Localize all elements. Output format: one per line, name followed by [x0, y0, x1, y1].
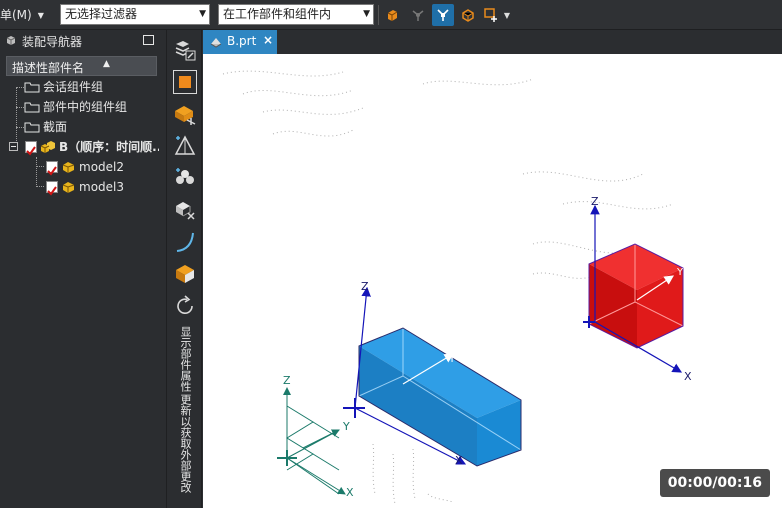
selection-scope-combo[interactable]: 在工作部件和组件内 ▼ — [218, 4, 374, 25]
edit-part-icon[interactable] — [173, 38, 197, 62]
tree-item-label: B（顺序：时间顺... — [59, 140, 159, 154]
axis-label-z: Z — [361, 280, 369, 293]
axis-label-x: X — [346, 486, 354, 499]
menu-button[interactable]: 单(M) ▼ — [0, 6, 44, 24]
tree-connector — [36, 166, 44, 167]
part-box-icon[interactable] — [173, 262, 197, 286]
axis-label-y: Y — [448, 354, 456, 365]
axis-label-x: X — [684, 370, 692, 383]
snap-icon[interactable] — [407, 4, 429, 26]
tree-item-label: 部件中的组件组 — [43, 100, 128, 114]
dropdown-arrow-icon[interactable]: ▼ — [500, 4, 514, 26]
tree-item-label: 截面 — [43, 120, 68, 134]
select-faces-icon[interactable] — [432, 4, 454, 26]
axis-label-x: X — [455, 454, 463, 467]
folder-icon — [24, 122, 40, 133]
chevron-down-icon: ▼ — [199, 9, 206, 19]
scene-canvas: Z X Y Z X Y Z Y X — [222, 70, 692, 505]
tree-item-label: model2 — [79, 160, 124, 174]
wireframe-csys — [277, 387, 346, 495]
refresh-icon[interactable] — [173, 294, 197, 318]
column-header-label: 描述性部件名 — [12, 61, 85, 75]
selection-filter-combo[interactable]: 无选择过滤器 ▼ — [60, 4, 210, 25]
orange-square-icon[interactable] — [173, 70, 197, 94]
reuse-library-icon[interactable] — [173, 166, 197, 190]
selection-scope-value: 在工作部件和组件内 — [223, 7, 332, 21]
navigator-title: 装配导航器 — [22, 35, 83, 49]
axis-label-z: Z — [283, 374, 291, 387]
remove-component-icon[interactable] — [173, 198, 197, 222]
tree-connector — [16, 107, 24, 108]
axis-label-y: Y — [676, 267, 684, 278]
blue-block[interactable] — [358, 327, 522, 467]
collapse-icon[interactable] — [9, 142, 18, 151]
menu-label: 单(M) — [0, 8, 32, 22]
tab-b-prt[interactable]: B.prt × — [203, 30, 277, 54]
assembly-constraints-icon[interactable] — [173, 102, 197, 126]
tree-connector — [36, 186, 44, 187]
axis-label-y: Y — [342, 420, 350, 433]
red-cube[interactable] — [588, 243, 684, 349]
toolbar-divider — [378, 5, 379, 25]
assembly-icon — [40, 141, 55, 153]
point-add-icon[interactable] — [480, 4, 502, 26]
checkbox-model2[interactable] — [46, 161, 58, 176]
tree-connector — [16, 127, 24, 128]
folder-icon — [24, 82, 40, 93]
tree-connector — [16, 87, 24, 88]
assembly-icon[interactable] — [381, 4, 403, 26]
tree-connector — [36, 157, 37, 187]
menu-caret-icon: ▼ — [37, 10, 44, 20]
folder-icon — [24, 102, 40, 113]
graphics-viewport[interactable]: Z X Y Z X Y Z Y X 00:00/00:16 — [203, 54, 782, 508]
navigator-header: 装配导航器 — [0, 30, 161, 52]
assembly-navigator-panel: 装配导航器 描述性部件名 ▲ 会话组件组 部件中的组件组 截面 B（顺序：时间顺… — [0, 30, 161, 508]
curve-icon[interactable] — [173, 230, 197, 254]
chevron-down-icon: ▼ — [363, 9, 370, 19]
document-tab-bar: B.prt × — [203, 30, 782, 54]
close-icon[interactable]: × — [263, 33, 273, 47]
tree-item-label: 会话组件组 — [43, 80, 104, 94]
resource-bar: 显示部件属性 更新以获取外部更改 — [166, 30, 202, 508]
update-external-changes-label[interactable]: 更新以获取外部更改 — [177, 394, 193, 493]
checkbox-assembly-b[interactable] — [25, 141, 37, 156]
part-icon — [62, 162, 75, 173]
show-part-properties-label[interactable]: 显示部件属性 — [177, 326, 193, 392]
playback-timer: 00:00/00:16 — [659, 469, 770, 497]
navigator-assembly-icon — [6, 36, 16, 45]
tab-label: B.prt — [227, 34, 257, 48]
selection-filter-value: 无选择过滤器 — [65, 7, 138, 21]
checkbox-model3[interactable] — [46, 181, 58, 196]
tree-item-assembly-b[interactable]: B（顺序：时间顺... — [9, 137, 161, 157]
top-toolbar: 单(M) ▼ 无选择过滤器 ▼ 在工作部件和组件内 ▼ ▼ — [0, 0, 782, 30]
column-header-descriptive-name[interactable]: 描述性部件名 ▲ — [6, 56, 157, 76]
roles-icon[interactable] — [173, 134, 197, 158]
tree-item-label: model3 — [79, 180, 124, 194]
axis-label-z: Z — [591, 195, 599, 208]
maximize-icon[interactable] — [143, 35, 154, 45]
component-select-icon[interactable] — [457, 4, 479, 26]
sort-ascending-icon[interactable]: ▲ — [103, 59, 110, 69]
part-file-icon — [210, 38, 222, 48]
part-icon — [62, 182, 75, 193]
